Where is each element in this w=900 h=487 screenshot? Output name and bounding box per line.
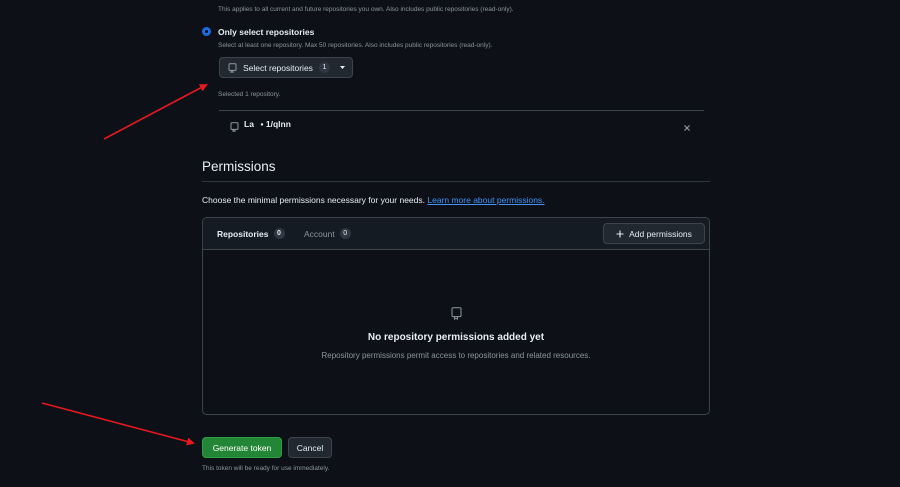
annotation-arrows bbox=[41, 84, 208, 446]
arrow-to-select-repositories bbox=[103, 84, 208, 140]
arrow-to-generate-token bbox=[41, 402, 195, 446]
